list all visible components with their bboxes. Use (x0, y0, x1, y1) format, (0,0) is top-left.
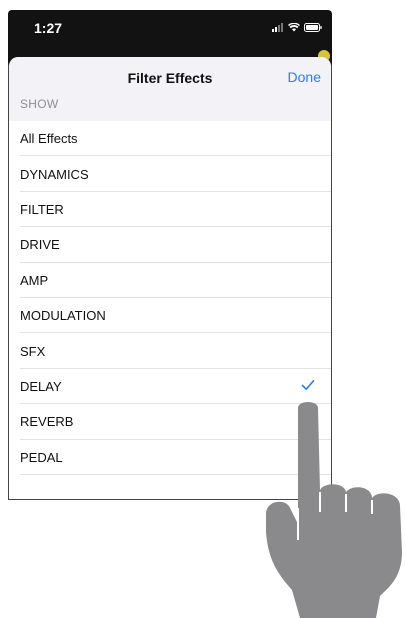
checkmark-icon (301, 379, 315, 394)
list-item-label: DYNAMICS (20, 166, 89, 182)
done-button[interactable]: Done (288, 69, 321, 85)
list-item-delay[interactable]: DELAY (9, 369, 331, 405)
battery-icon (304, 23, 322, 32)
list-item-label: MODULATION (20, 308, 106, 324)
list-item-filter[interactable]: FILTER (9, 192, 331, 228)
list-item-label: All Effects (20, 131, 78, 147)
list-item-label: DELAY (20, 378, 62, 394)
wifi-icon (288, 23, 300, 32)
list-item-dynamics[interactable]: DYNAMICS (9, 156, 331, 193)
section-label: SHOW (20, 97, 59, 111)
tutorial-screenshot: 1:27 Filter Effects Done SHOW All Effect… (0, 0, 406, 618)
pointing-hand-icon (262, 400, 406, 618)
list-item-label: REVERB (20, 414, 74, 430)
sheet-header: Filter Effects Done SHOW (9, 57, 331, 121)
list-item-label: AMP (20, 272, 49, 288)
list-item-label: DRIVE (20, 237, 60, 253)
sheet-title: Filter Effects (127, 70, 213, 86)
list-item-label: SFX (20, 343, 46, 359)
list-item-label: PEDAL (20, 449, 63, 465)
status-bar: 1:27 (8, 10, 332, 62)
status-time: 1:27 (34, 20, 63, 36)
list-item-sfx[interactable]: SFX (9, 333, 331, 370)
list-item-label: FILTER (20, 201, 64, 217)
list-item-all-effects[interactable]: All Effects (9, 121, 331, 157)
list-item-drive[interactable]: DRIVE (9, 227, 331, 263)
list-item-modulation[interactable]: MODULATION (9, 298, 331, 334)
list-item-amp[interactable]: AMP (9, 263, 331, 299)
status-icons (272, 23, 322, 32)
cellular-signal-icon (272, 23, 284, 32)
